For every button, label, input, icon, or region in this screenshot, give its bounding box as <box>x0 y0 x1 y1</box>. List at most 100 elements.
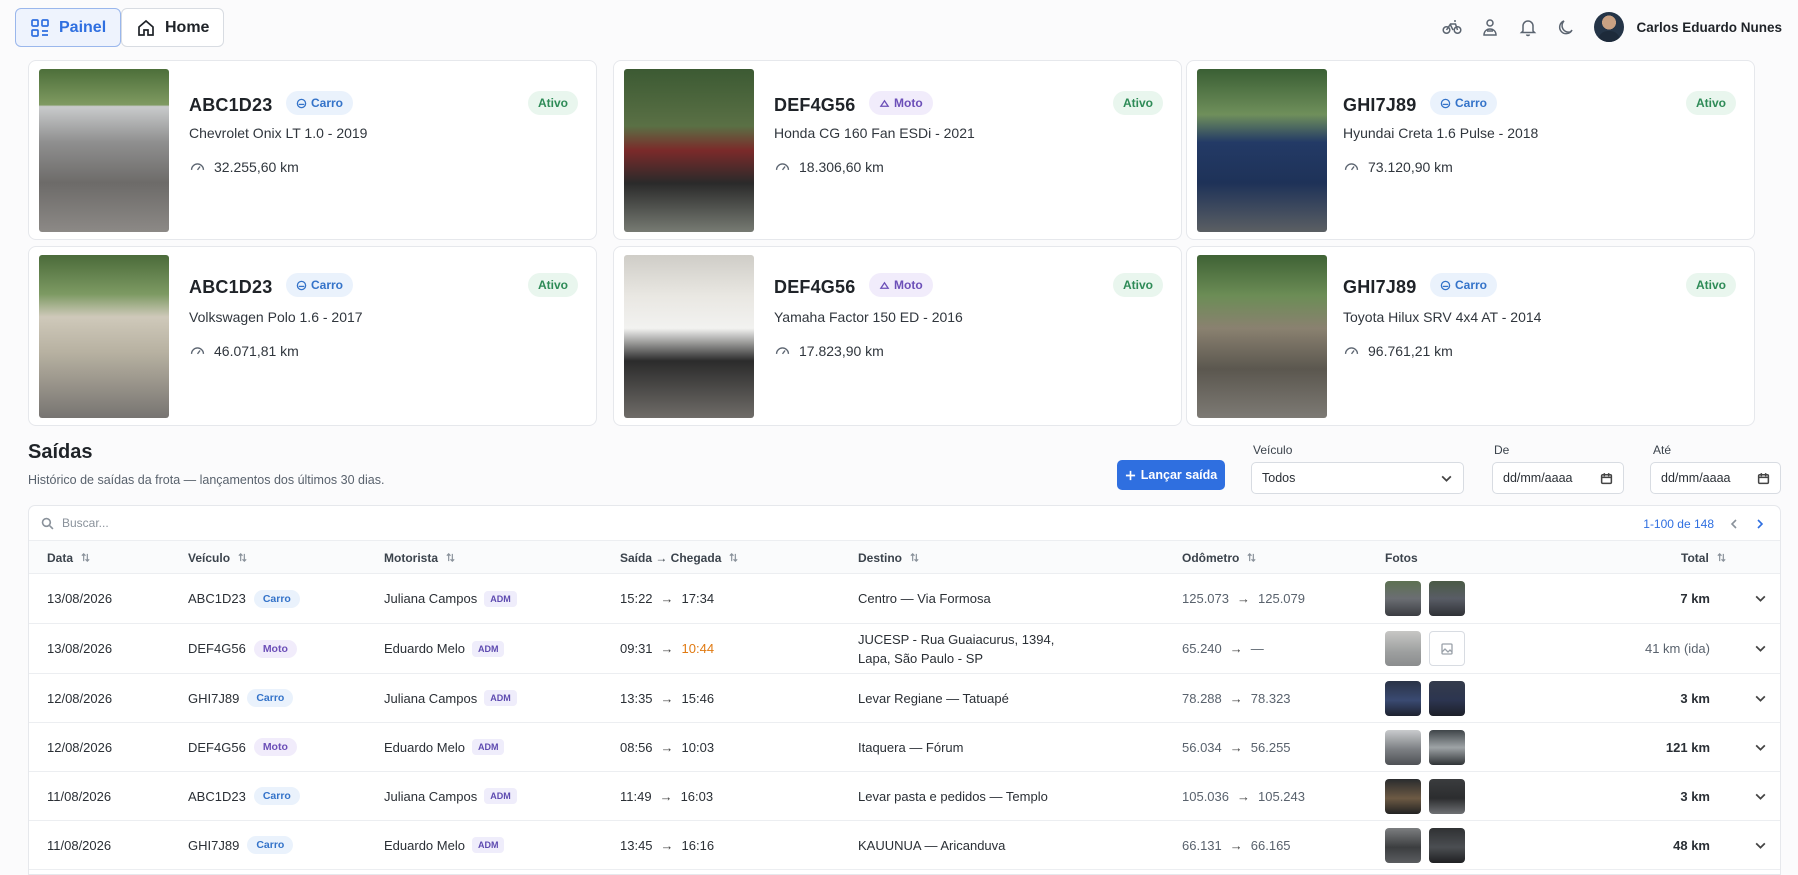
photo-thumbnail[interactable] <box>1429 729 1465 765</box>
search-input[interactable]: Buscar... <box>62 516 109 530</box>
photo-thumbnail[interactable] <box>1429 778 1465 814</box>
chevron-down-icon[interactable] <box>1754 692 1767 705</box>
vehicle-model: Honda CG 160 Fan ESDi - 2021 <box>774 125 975 141</box>
chevron-down-icon <box>1441 475 1452 482</box>
avatar[interactable] <box>1594 12 1625 42</box>
cell-date: 12/08/2026 <box>47 690 113 706</box>
column-total[interactable]: Total <box>1681 541 1727 574</box>
moon-icon[interactable] <box>1556 17 1576 37</box>
photo-thumbnail[interactable] <box>1385 581 1421 616</box>
cell-driver: Eduardo Melo ADM <box>384 821 505 869</box>
gauge-icon <box>775 347 790 355</box>
cell-driver: Juliana Campos ADM <box>384 674 517 722</box>
from-date-field[interactable]: dd/mm/aaaa <box>1492 462 1624 494</box>
dashboard-label: Painel <box>59 18 107 36</box>
column-vehicle[interactable]: Veículo <box>188 541 248 574</box>
status-badge: Ativo <box>528 91 578 115</box>
vehicle-type-badge: Carro <box>247 836 294 854</box>
cell-photos <box>1385 821 1473 869</box>
to-date-field[interactable]: dd/mm/aaaa <box>1650 462 1781 494</box>
bell-icon[interactable] <box>1518 17 1538 37</box>
cell-vehicle: GHI7J89 Carro <box>188 674 294 722</box>
photo-thumbnail[interactable] <box>1385 729 1421 765</box>
cell-destination: Levar pasta e pedidos — Templo <box>858 788 1048 804</box>
cell-date: 12/08/2026 <box>47 739 113 755</box>
column-date[interactable]: Data <box>47 541 91 574</box>
photo-thumbnail[interactable] <box>1429 827 1465 863</box>
chevron-down-icon[interactable] <box>1754 790 1767 803</box>
chevron-down-icon[interactable] <box>1754 592 1767 605</box>
vehicle-card[interactable]: ABC1D23 Carro Ativo Volkswagen Polo 1.6 … <box>28 246 597 426</box>
cell-total: 7 km <box>1680 591 1710 606</box>
table-row[interactable]: 13/08/2026 DEF4G56 Moto Eduardo Melo ADM 0… <box>29 624 1780 674</box>
bicycle-icon[interactable] <box>1442 17 1463 37</box>
car-icon <box>296 280 307 290</box>
table-row[interactable]: 12/08/2026 DEF4G56 Moto Eduardo Melo ADM 0… <box>29 723 1780 772</box>
photo-thumbnail[interactable] <box>1385 680 1421 716</box>
chevron-left-icon[interactable] <box>1728 518 1740 530</box>
vehicle-photo <box>39 255 169 418</box>
cell-times: 09:31 → 10:44 <box>620 641 715 656</box>
table-row[interactable]: 13/08/2026 ABC1D23 Carro Juliana Campos AD… <box>29 574 1780 624</box>
cell-date: 11/08/2026 <box>47 837 112 853</box>
vehicle-type-badge: Carro <box>286 273 354 297</box>
cell-date: 13/08/2026 <box>47 591 113 606</box>
home-button[interactable]: Home <box>121 8 225 47</box>
cell-destination: JUCESP - Rua Guaiacurus, 1394, Lapa, São… <box>858 631 1055 666</box>
chevron-down-icon[interactable] <box>1754 839 1767 852</box>
photo-thumbnail[interactable] <box>1429 581 1465 616</box>
photo-thumbnail[interactable] <box>1385 631 1421 666</box>
cell-date: 13/08/2026 <box>47 641 113 656</box>
chevron-down-icon[interactable] <box>1754 642 1767 655</box>
cell-vehicle: GHI7J89 Carro <box>188 821 294 869</box>
pagination: 1-100 de 148 <box>1643 506 1766 541</box>
vehicle-card[interactable]: DEF4G56 Moto Ativo Yamaha Factor 150 ED … <box>613 246 1182 426</box>
role-badge: ADM <box>484 690 517 706</box>
vehicle-card[interactable]: ABC1D23 Carro Ativo Chevrolet Onix LT 1.… <box>28 60 597 240</box>
photo-placeholder[interactable] <box>1429 631 1465 666</box>
motorcycle-icon <box>879 99 890 107</box>
role-badge: ADM <box>484 788 517 804</box>
status-badge: Ativo <box>1686 91 1736 115</box>
column-times[interactable]: Saída → Chegada <box>620 541 739 574</box>
table-header: Data Veículo Motorista Saída → Chegada D… <box>29 541 1780 574</box>
dashboard-button[interactable]: Painel <box>15 8 122 47</box>
vehicle-type-badge: Moto <box>253 639 297 658</box>
column-destination[interactable]: Destino <box>858 541 920 574</box>
add-trip-button[interactable]: Lançar saída <box>1117 460 1225 490</box>
status-badge: Ativo <box>1686 273 1736 297</box>
driver-icon[interactable] <box>1480 17 1500 37</box>
late-arrival-time: 10:44 <box>681 641 715 656</box>
table-row[interactable]: 12/08/2026 GHI7J89 Carro Juliana Campos AD… <box>29 674 1780 723</box>
status-badge: Ativo <box>1113 91 1163 115</box>
chevron-down-icon[interactable] <box>1754 741 1767 754</box>
vehicle-type-badge: Carro <box>247 689 294 707</box>
user-name[interactable]: Carlos Eduardo Nunes <box>1636 20 1782 35</box>
photo-thumbnail[interactable] <box>1385 778 1421 814</box>
cell-photos <box>1385 574 1473 623</box>
cell-photos <box>1385 723 1473 771</box>
cell-odometer: 105.036 → 105.243 <box>1182 788 1305 804</box>
home-icon <box>138 19 154 36</box>
plus-icon <box>1125 470 1135 480</box>
photo-thumbnail[interactable] <box>1385 827 1421 863</box>
sort-icon <box>1247 552 1256 563</box>
cell-destination: Levar Regiane — Tatuapé <box>858 690 1009 706</box>
table-row[interactable]: 11/08/2026 ABC1D23 Carro Juliana Campos AD… <box>29 772 1780 821</box>
chevron-right-icon[interactable] <box>1754 518 1766 530</box>
vehicle-filter-select[interactable]: Todos <box>1251 462 1464 494</box>
vehicle-card[interactable]: GHI7J89 Carro Ativo Toyota Hilux SRV 4x4… <box>1186 246 1755 426</box>
column-driver[interactable]: Motorista <box>384 541 456 574</box>
column-odometer[interactable]: Odômetro <box>1182 541 1257 574</box>
top-bar: Painel Home Carlos Eduardo Nunes <box>0 0 1798 55</box>
vehicle-card[interactable]: GHI7J89 Carro Ativo Hyundai Creta 1.6 Pu… <box>1186 60 1755 240</box>
role-badge: ADM <box>471 739 505 755</box>
table-row[interactable]: 11/08/2026 GHI7J89 Carro Eduardo Melo ADM … <box>29 821 1780 870</box>
home-label: Home <box>165 18 210 36</box>
vehicle-odometer: 18.306,60 km <box>774 158 884 175</box>
cell-odometer: 78.288 → 78.323 <box>1182 690 1291 706</box>
photo-thumbnail[interactable] <box>1429 680 1465 716</box>
vehicle-odometer: 32.255,60 km <box>189 158 299 175</box>
search-bar[interactable]: Buscar... <box>29 506 1780 541</box>
vehicle-card[interactable]: DEF4G56 Moto Ativo Honda CG 160 Fan ESDi… <box>613 60 1182 240</box>
